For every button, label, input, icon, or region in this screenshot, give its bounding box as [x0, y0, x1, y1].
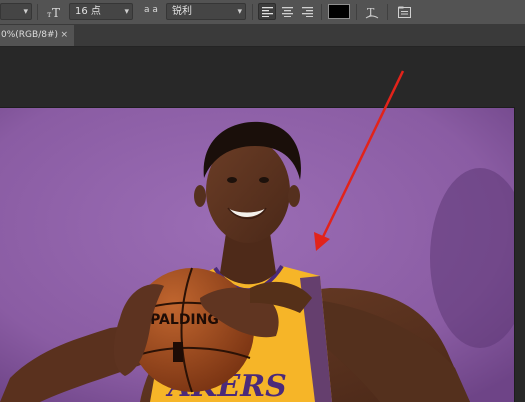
antialias-icon: a a: [144, 5, 158, 15]
text-orientation-icon[interactable]: т T: [45, 3, 63, 20]
antialias-dropdown[interactable]: 锐利 ▾: [166, 3, 246, 20]
align-left-icon: [261, 7, 273, 17]
align-right-icon: [301, 7, 313, 17]
chevron-down-icon: ▾: [237, 7, 242, 17]
character-panel-icon[interactable]: [395, 3, 413, 20]
document-tab[interactable]: 0%(RGB/8#) ×: [0, 25, 74, 46]
align-center-button[interactable]: [278, 3, 296, 20]
document-canvas[interactable]: AKERS SPALDING: [0, 107, 515, 402]
close-icon[interactable]: ×: [60, 25, 68, 46]
align-left-button[interactable]: [258, 3, 276, 20]
divider: [321, 4, 322, 20]
antialias-value: 锐利: [172, 6, 192, 17]
text-color-swatch[interactable]: [328, 4, 350, 19]
options-bar: ▾ т T 16 点 ▾ a a 锐利 ▾ T: [0, 0, 525, 25]
player-photo: AKERS SPALDING: [0, 108, 514, 402]
align-center-icon: [281, 7, 293, 17]
warp-text-icon[interactable]: T: [363, 3, 381, 20]
align-right-button[interactable]: [298, 3, 316, 20]
document-tab-bar: 0%(RGB/8#) ×: [0, 25, 525, 47]
svg-text:T: T: [52, 6, 60, 18]
canvas-workspace[interactable]: AKERS SPALDING: [0, 47, 525, 402]
divider: [252, 4, 253, 20]
chevron-down-icon: ▾: [124, 7, 129, 17]
divider: [37, 4, 38, 20]
font-size-value: 16 点: [75, 6, 101, 17]
font-style-dropdown[interactable]: ▾: [0, 3, 32, 20]
divider: [387, 4, 388, 20]
divider: [356, 4, 357, 20]
font-size-dropdown[interactable]: 16 点 ▾: [69, 3, 133, 20]
document-tab-title: 0%(RGB/8#): [1, 30, 59, 40]
chevron-down-icon: ▾: [23, 7, 28, 17]
